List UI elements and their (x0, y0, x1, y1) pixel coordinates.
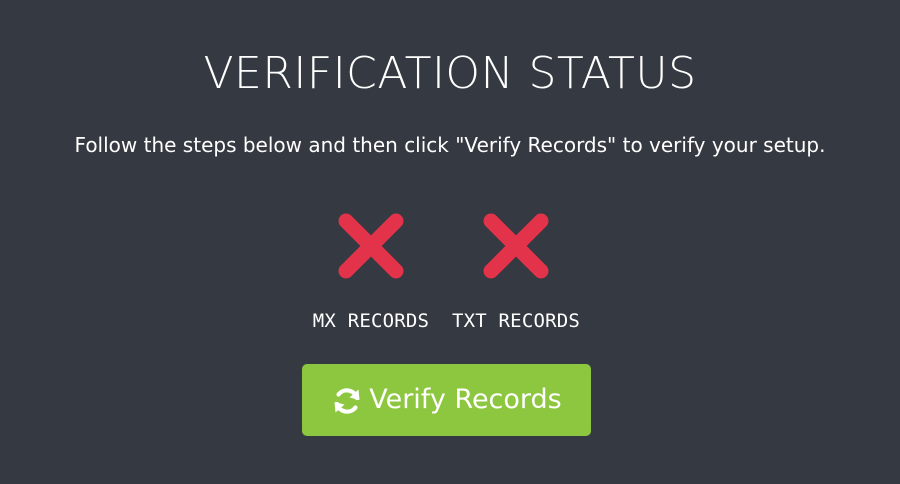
verification-panel: VERIFICATION STATUS Follow the steps bel… (0, 0, 900, 484)
x-mark-icon (482, 212, 550, 280)
verify-records-button[interactable]: Verify Records (302, 364, 591, 436)
record-status-row: MX RECORDS TXT RECORDS (0, 206, 900, 346)
txt-records-status: TXT RECORDS (441, 206, 591, 346)
refresh-icon (331, 385, 363, 417)
instructions-text: Follow the steps below and then click "V… (74, 133, 826, 157)
mx-records-label: MX RECORDS (312, 310, 430, 332)
page-title: VERIFICATION STATUS (203, 48, 697, 99)
x-mark-icon (337, 212, 405, 280)
mx-records-status: MX RECORDS (296, 206, 446, 346)
verify-records-label: Verify Records (369, 384, 562, 415)
txt-records-label: TXT RECORDS (451, 310, 581, 332)
